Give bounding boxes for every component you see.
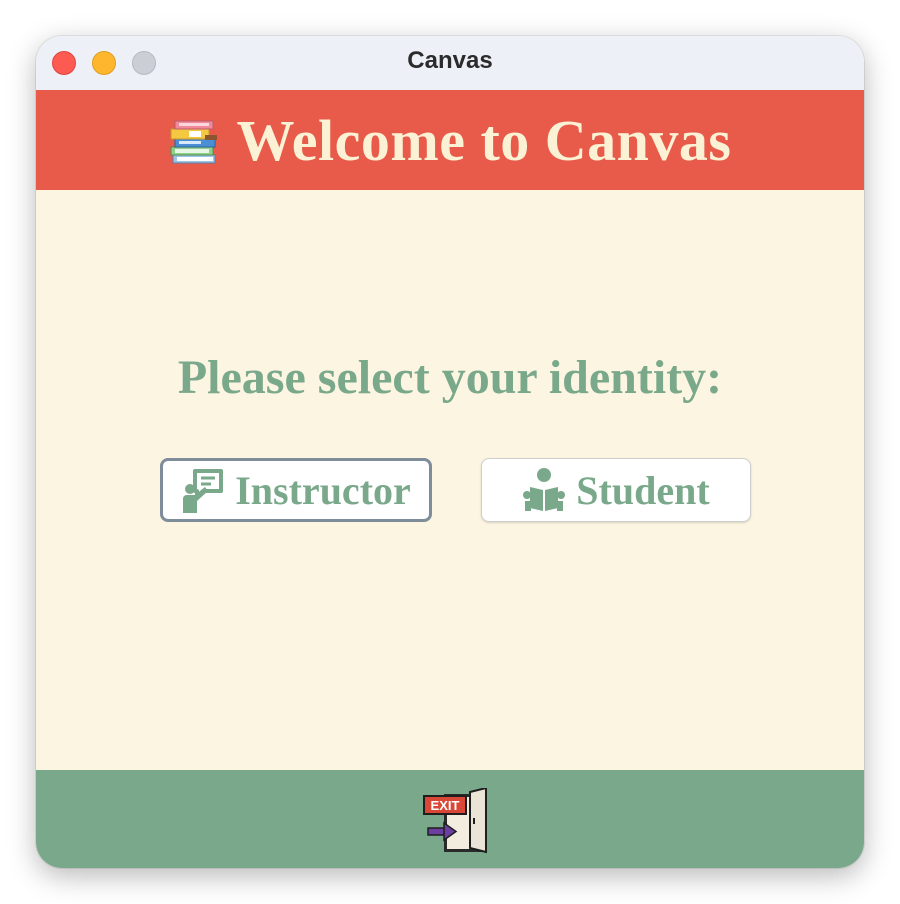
exit-sign-text: EXIT (431, 798, 460, 813)
instructor-label: Instructor (235, 467, 411, 513)
footer-bar: EXIT (36, 770, 864, 868)
student-label: Student (576, 467, 710, 513)
app-window: Canvas Welcome to Canvas Please select y… (36, 36, 864, 868)
instructor-button[interactable]: Instructor (160, 458, 432, 522)
exit-door-icon[interactable]: EXIT (422, 788, 490, 856)
identity-prompt: Please select your identity: (177, 351, 723, 404)
books-icon (170, 120, 217, 164)
window-title: Canvas (407, 47, 493, 74)
identity-panel: Please select your identity: Instructor (36, 190, 864, 770)
student-reading-icon (523, 468, 566, 511)
welcome-header: Welcome to Canvas (36, 90, 864, 190)
title-bar[interactable]: Canvas (36, 36, 864, 91)
instructor-icon (183, 469, 224, 513)
header-title: Welcome to Canvas (236, 107, 732, 173)
student-button[interactable]: Student (481, 458, 751, 522)
header-content: Welcome to Canvas (169, 107, 732, 174)
